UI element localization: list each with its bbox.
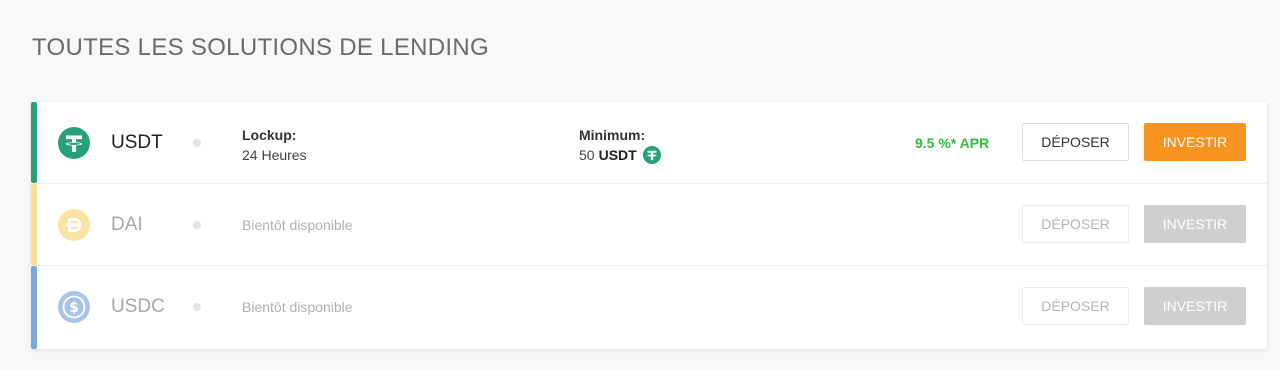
coin-name: USDC — [111, 296, 165, 317]
minimum-label: Minimum: — [579, 127, 646, 143]
lockup-label: Lockup: — [242, 127, 297, 143]
row-accent-bar — [31, 266, 37, 349]
deposit-button[interactable]: DÉPOSER — [1022, 287, 1129, 325]
lending-list: USDT Lockup: 24 Heures Minimum: 50 USDT … — [31, 102, 1267, 349]
lending-page: TOUTES LES SOLUTIONS DE LENDING USDT Loc… — [0, 0, 1280, 369]
deposit-button[interactable]: DÉPOSER — [1022, 205, 1129, 243]
tether-icon — [58, 127, 90, 159]
lockup-value: 24 Heures — [242, 147, 307, 163]
coin-name: DAI — [111, 214, 143, 235]
status-dot — [193, 221, 201, 229]
coming-soon-text: Bientôt disponible — [242, 299, 353, 315]
tether-icon — [642, 146, 661, 164]
svg-text:$: $ — [69, 300, 79, 316]
invest-button[interactable]: INVESTIR — [1144, 123, 1246, 161]
apr-rate: 9.5 %* APR — [915, 135, 990, 151]
lockup-info: Lockup: 24 Heures — [242, 125, 307, 165]
lending-row-usdc: $ USDC Bientôt disponible DÉPOSER INVEST… — [31, 266, 1267, 349]
minimum-info: Minimum: 50 USDT — [579, 125, 661, 165]
invest-button[interactable]: INVESTIR — [1144, 287, 1246, 325]
row-accent-bar — [31, 102, 37, 183]
coming-soon-text: Bientôt disponible — [242, 217, 353, 233]
dai-icon — [58, 209, 90, 241]
lending-row-dai: DAI Bientôt disponible DÉPOSER INVESTIR — [31, 184, 1267, 266]
usdc-icon: $ — [58, 291, 90, 323]
page-title: TOUTES LES SOLUTIONS DE LENDING — [32, 34, 489, 61]
coin-name: USDT — [111, 132, 163, 153]
minimum-currency: USDT — [598, 147, 637, 163]
minimum-value: 50 USDT — [579, 145, 661, 165]
lending-row-usdt: USDT Lockup: 24 Heures Minimum: 50 USDT … — [31, 102, 1267, 184]
status-dot — [193, 139, 201, 147]
row-accent-bar — [31, 184, 37, 265]
status-dot — [193, 303, 201, 311]
deposit-button[interactable]: DÉPOSER — [1022, 123, 1129, 161]
minimum-amount: 50 — [579, 147, 595, 163]
invest-button[interactable]: INVESTIR — [1144, 205, 1246, 243]
